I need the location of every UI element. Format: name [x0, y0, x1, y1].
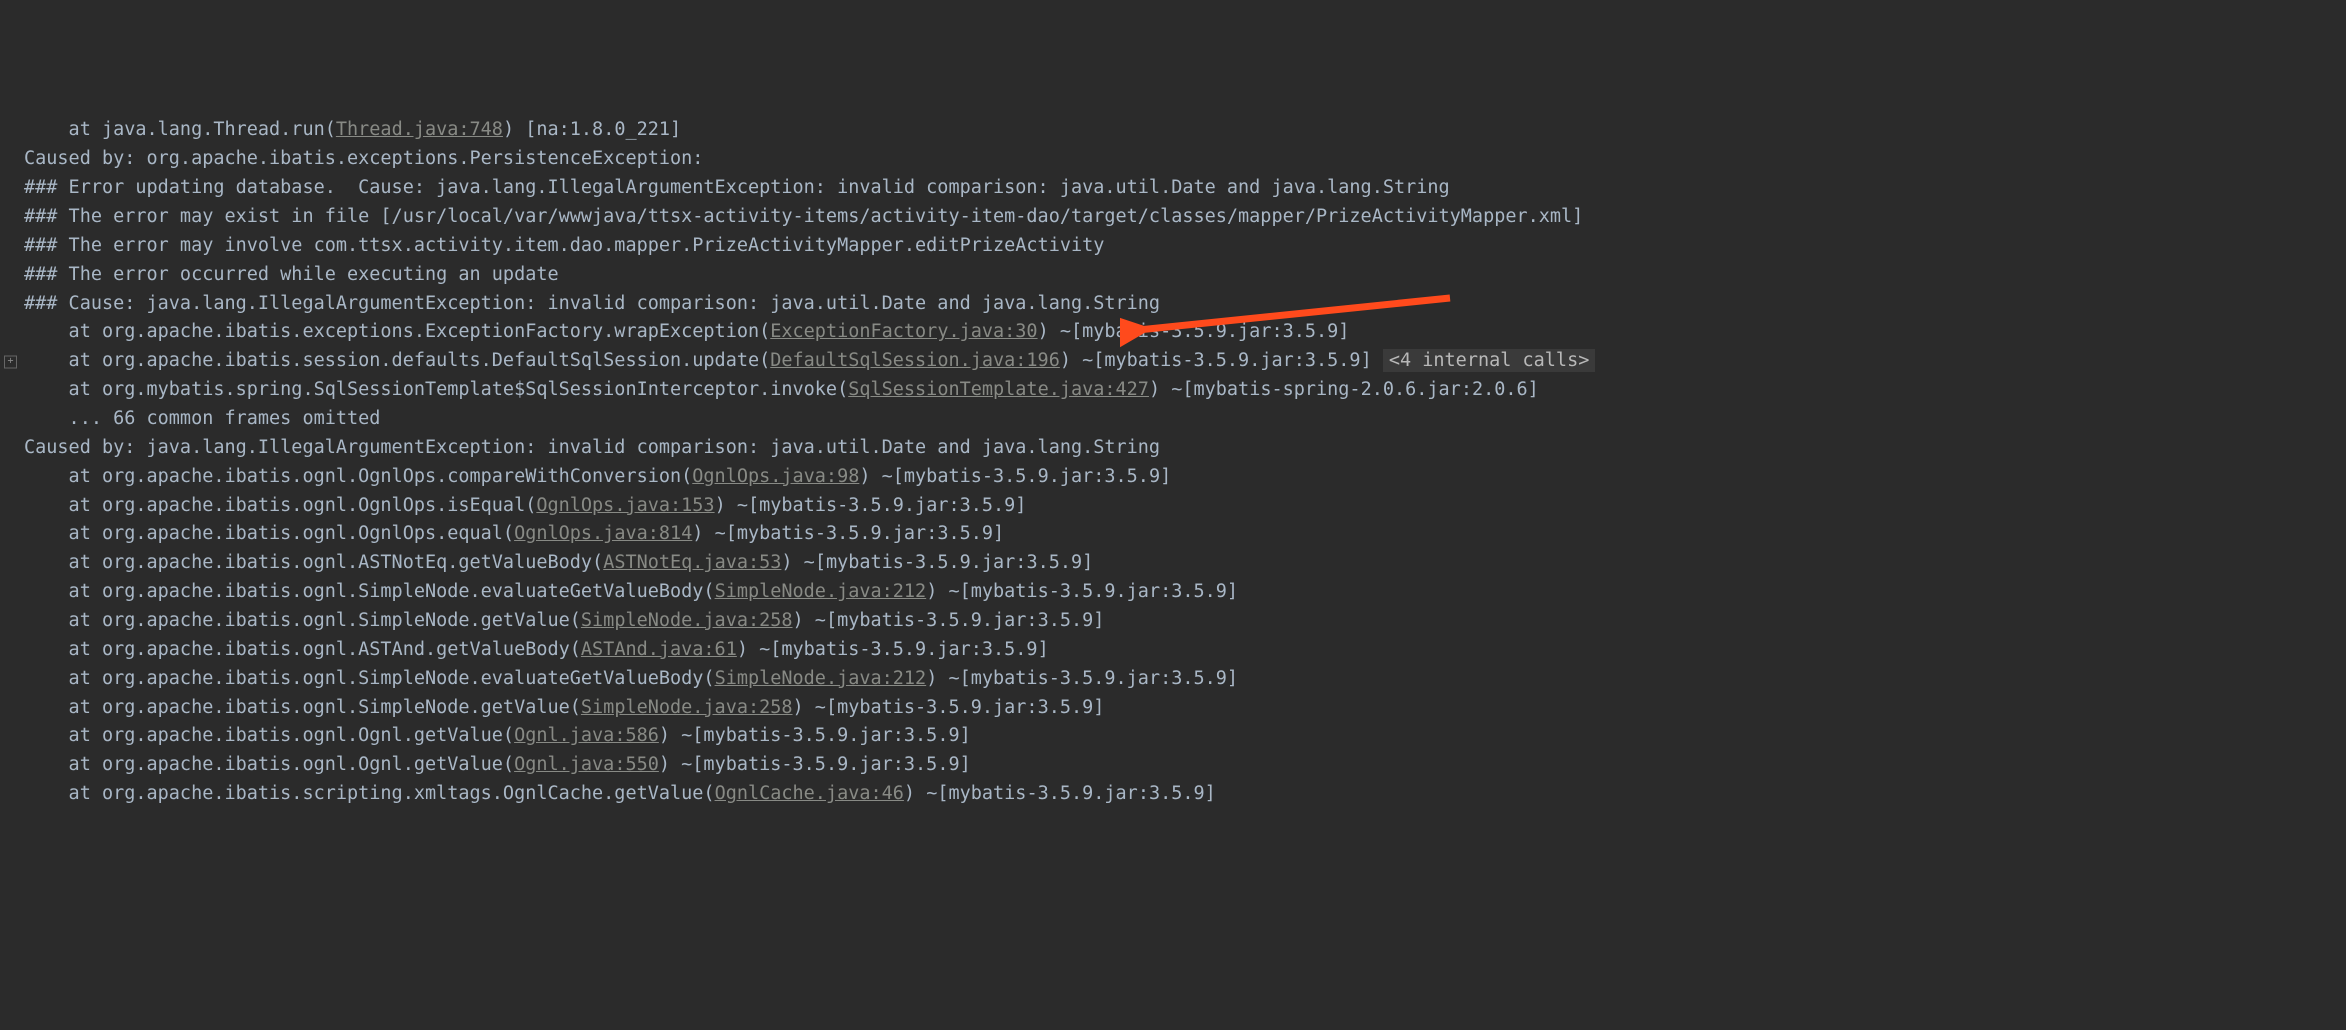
log-text: at org.apache.ibatis.exceptions.Exceptio… — [24, 321, 770, 342]
log-line: Caused by: java.lang.IllegalArgumentExce… — [0, 434, 2346, 463]
log-line: at org.apache.ibatis.ognl.Ognl.getValue(… — [0, 722, 2346, 751]
log-text: at org.apache.ibatis.session.defaults.De… — [24, 350, 770, 371]
source-link[interactable]: SimpleNode.java:258 — [581, 610, 793, 631]
log-line: at java.lang.Thread.run(Thread.java:748)… — [0, 116, 2346, 145]
log-suffix: ) ~[mybatis-3.5.9.jar:3.5.9] — [926, 581, 1238, 602]
log-line: at org.apache.ibatis.ognl.SimpleNode.get… — [0, 607, 2346, 636]
log-text: at org.apache.ibatis.scripting.xmltags.O… — [24, 783, 715, 804]
log-text: at org.apache.ibatis.ognl.OgnlOps.equal( — [24, 523, 514, 544]
source-link[interactable]: SimpleNode.java:212 — [715, 581, 927, 602]
log-line: at org.apache.ibatis.ognl.Ognl.getValue(… — [0, 751, 2346, 780]
log-line: ### The error occurred while executing a… — [0, 261, 2346, 290]
log-text: Caused by: org.apache.ibatis.exceptions.… — [24, 148, 715, 169]
log-text: at org.apache.ibatis.ognl.OgnlOps.isEqua… — [24, 495, 536, 516]
log-text: ### The error occurred while executing a… — [24, 264, 559, 285]
log-text: at org.apache.ibatis.ognl.Ognl.getValue( — [24, 725, 514, 746]
log-suffix: ) ~[mybatis-3.5.9.jar:3.5.9] — [781, 552, 1093, 573]
source-link[interactable]: ASTNotEq.java:53 — [603, 552, 781, 573]
log-text: ### Error updating database. Cause: java… — [24, 177, 1450, 198]
source-link[interactable]: Thread.java:748 — [336, 119, 503, 140]
log-line: at org.apache.ibatis.ognl.SimpleNode.eva… — [0, 665, 2346, 694]
source-link[interactable]: ASTAnd.java:61 — [581, 639, 737, 660]
log-text: at org.apache.ibatis.ognl.OgnlOps.compar… — [24, 466, 692, 487]
log-line: at org.apache.ibatis.ognl.ASTAnd.getValu… — [0, 636, 2346, 665]
source-link[interactable]: OgnlOps.java:98 — [692, 466, 859, 487]
log-text: at org.apache.ibatis.ognl.ASTAnd.getValu… — [24, 639, 581, 660]
expand-icon[interactable]: + — [4, 355, 17, 368]
log-line: at org.apache.ibatis.ognl.ASTNotEq.getVa… — [0, 549, 2346, 578]
source-link[interactable]: SimpleNode.java:258 — [581, 697, 793, 718]
log-suffix: ) ~[mybatis-3.5.9.jar:3.5.9] — [926, 668, 1238, 689]
source-link[interactable]: OgnlCache.java:46 — [715, 783, 904, 804]
log-line: ... 66 common frames omitted — [0, 405, 2346, 434]
log-text: at org.apache.ibatis.ognl.SimpleNode.eva… — [24, 668, 715, 689]
log-suffix: ) ~[mybatis-3.5.9.jar:3.5.9] — [859, 466, 1171, 487]
log-suffix: ) ~[mybatis-spring-2.0.6.jar:2.0.6] — [1149, 379, 1539, 400]
log-text: at org.apache.ibatis.ognl.Ognl.getValue( — [24, 754, 514, 775]
log-text: at org.apache.ibatis.ognl.SimpleNode.get… — [24, 697, 581, 718]
log-line: at org.mybatis.spring.SqlSessionTemplate… — [0, 376, 2346, 405]
source-link[interactable]: OgnlOps.java:814 — [514, 523, 692, 544]
internal-calls-badge[interactable]: <4 internal calls> — [1383, 349, 1595, 372]
log-line: at org.apache.ibatis.exceptions.Exceptio… — [0, 318, 2346, 347]
log-line: at org.apache.ibatis.ognl.OgnlOps.isEqua… — [0, 492, 2346, 521]
log-text: ... 66 common frames omitted — [24, 408, 380, 429]
log-line: at org.apache.ibatis.ognl.SimpleNode.eva… — [0, 578, 2346, 607]
source-link[interactable]: ExceptionFactory.java:30 — [770, 321, 1037, 342]
log-line: at org.apache.ibatis.ognl.SimpleNode.get… — [0, 694, 2346, 723]
log-suffix: ) ~[mybatis-3.5.9.jar:3.5.9] — [659, 725, 971, 746]
log-text: at org.apache.ibatis.ognl.ASTNotEq.getVa… — [24, 552, 603, 573]
log-suffix: ) ~[mybatis-3.5.9.jar:3.5.9] — [715, 495, 1027, 516]
log-suffix: ) ~[mybatis-3.5.9.jar:3.5.9] — [793, 697, 1105, 718]
log-line: ### The error may involve com.ttsx.activ… — [0, 232, 2346, 261]
log-text: at org.apache.ibatis.ognl.SimpleNode.get… — [24, 610, 581, 631]
log-suffix: ) ~[mybatis-3.5.9.jar:3.5.9] — [1060, 350, 1383, 371]
log-line: ### Cause: java.lang.IllegalArgumentExce… — [0, 290, 2346, 319]
source-link[interactable]: Ognl.java:550 — [514, 754, 659, 775]
log-line: at org.apache.ibatis.scripting.xmltags.O… — [0, 780, 2346, 809]
log-text: at org.apache.ibatis.ognl.SimpleNode.eva… — [24, 581, 715, 602]
log-line: at org.apache.ibatis.ognl.OgnlOps.equal(… — [0, 520, 2346, 549]
log-line: ### Error updating database. Cause: java… — [0, 174, 2346, 203]
source-link[interactable]: Ognl.java:586 — [514, 725, 659, 746]
log-suffix: ) [na:1.8.0_221] — [503, 119, 681, 140]
source-link[interactable]: SimpleNode.java:212 — [715, 668, 927, 689]
log-line: + at org.apache.ibatis.session.defaults.… — [0, 347, 2346, 376]
log-text: Caused by: java.lang.IllegalArgumentExce… — [24, 437, 1160, 458]
log-suffix: ) ~[mybatis-3.5.9.jar:3.5.9] — [904, 783, 1216, 804]
log-suffix: ) ~[mybatis-3.5.9.jar:3.5.9] — [793, 610, 1105, 631]
source-link[interactable]: SqlSessionTemplate.java:427 — [848, 379, 1149, 400]
log-suffix: ) ~[mybatis-3.5.9.jar:3.5.9] — [692, 523, 1004, 544]
log-suffix: ) ~[mybatis-3.5.9.jar:3.5.9] — [659, 754, 971, 775]
source-link[interactable]: DefaultSqlSession.java:196 — [770, 350, 1060, 371]
source-link[interactable]: OgnlOps.java:153 — [536, 495, 714, 516]
log-suffix: ) ~[mybatis-3.5.9.jar:3.5.9] — [1038, 321, 1350, 342]
log-line: ### The error may exist in file [/usr/lo… — [0, 203, 2346, 232]
log-text: at org.mybatis.spring.SqlSessionTemplate… — [24, 379, 848, 400]
log-text: ### The error may exist in file [/usr/lo… — [24, 206, 1583, 227]
log-text: ### Cause: java.lang.IllegalArgumentExce… — [24, 293, 1160, 314]
console-output[interactable]: at java.lang.Thread.run(Thread.java:748)… — [0, 116, 2346, 809]
log-line: at org.apache.ibatis.ognl.OgnlOps.compar… — [0, 463, 2346, 492]
log-line: Caused by: org.apache.ibatis.exceptions.… — [0, 145, 2346, 174]
log-text: ### The error may involve com.ttsx.activ… — [24, 235, 1104, 256]
log-suffix: ) ~[mybatis-3.5.9.jar:3.5.9] — [737, 639, 1049, 660]
log-text: at java.lang.Thread.run( — [24, 119, 336, 140]
